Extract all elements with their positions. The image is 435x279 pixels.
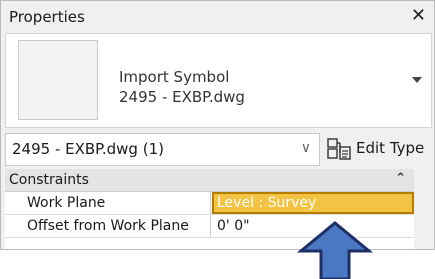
- chevron-down-icon: ∨: [300, 140, 311, 156]
- palette-title: Properties: [9, 8, 85, 26]
- close-icon[interactable]: ✕: [411, 5, 426, 26]
- type-selector[interactable]: Import Symbol 2495 - EXBP.dwg: [5, 33, 432, 128]
- property-name: Offset from Work Plane: [27, 218, 189, 234]
- properties-palette: Properties ✕ Import Symbol 2495 - EXBP.d…: [0, 0, 435, 250]
- group-header-label: Constraints: [9, 172, 89, 188]
- edit-type-label: Edit Type: [356, 139, 425, 157]
- type-preview-thumbnail: [18, 40, 98, 120]
- group-header-constraints[interactable]: Constraints ⌃: [5, 169, 414, 192]
- type-name-label: 2495 - EXBP.dwg: [119, 88, 245, 106]
- property-name-cell: Work Plane: [5, 192, 211, 214]
- edit-type-button[interactable]: Edit Type: [323, 133, 430, 164]
- property-value: 0' 0": [217, 218, 250, 234]
- title-bar: Properties ✕: [1, 1, 434, 33]
- scrollbar-track[interactable]: [414, 169, 430, 249]
- instance-selector-row: 2495 - EXBP.dwg (1) ∨ Edit Type: [5, 131, 430, 167]
- instance-filter-value: 2495 - EXBP.dwg (1): [12, 140, 164, 158]
- property-name-cell: Offset from Work Plane: [5, 215, 211, 237]
- property-name: Work Plane: [27, 195, 106, 211]
- type-selector-dropdown-button[interactable]: [403, 34, 431, 127]
- edit-type-icon: [327, 138, 351, 160]
- work-plane-value-field[interactable]: Level : Survey: [212, 192, 414, 214]
- up-arrow-icon: [296, 221, 374, 279]
- collapse-icon: ⌃: [395, 171, 406, 186]
- caret-down-icon: [412, 77, 422, 83]
- property-value: Level : Survey: [217, 195, 317, 211]
- type-family-label: Import Symbol: [119, 68, 230, 86]
- property-row-work-plane: Work Plane Level : Survey: [5, 192, 414, 215]
- instance-filter-select[interactable]: 2495 - EXBP.dwg (1) ∨: [5, 133, 320, 166]
